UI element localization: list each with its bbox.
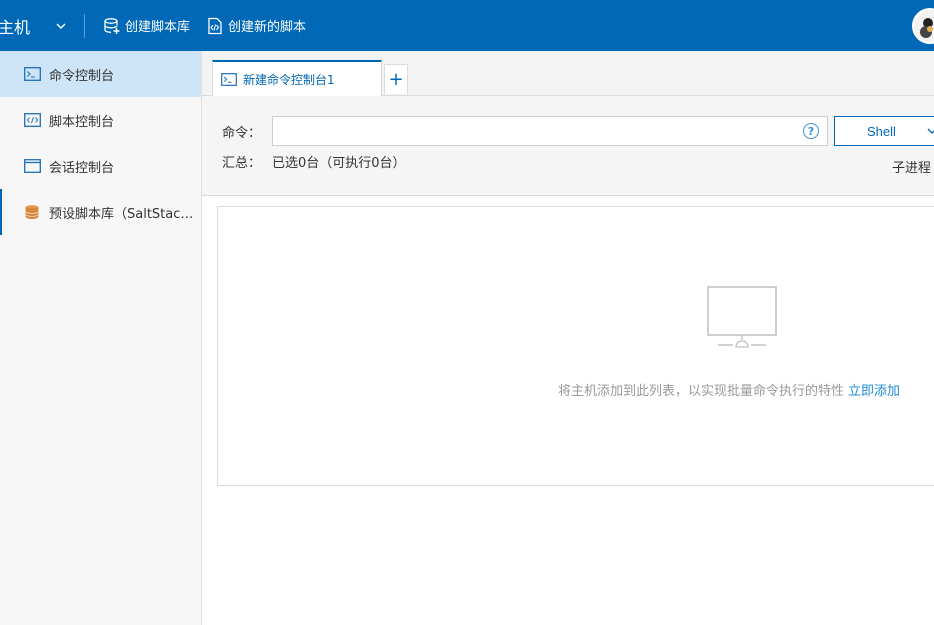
summary-value: 已选0台（可执行0台）	[272, 156, 406, 171]
terminal-icon	[23, 66, 41, 82]
create-library-label: 创建脚本库	[125, 20, 191, 35]
sidebar-item-label: 预设脚本库（SaltStack）	[49, 206, 197, 222]
sidebar-item-script-console[interactable]: 脚本控制台	[0, 97, 201, 143]
empty-state-message: 将主机添加到此列表，以实现批量命令执行的特性	[558, 384, 845, 399]
main-content: 新建命令控制台1 + 命令： ? Shell 汇总： 已选0台（可执行0台） 子…	[202, 51, 934, 625]
chevron-down-icon	[56, 23, 66, 29]
database-add-icon	[104, 17, 120, 34]
monitor-icon	[707, 286, 777, 348]
database-icon	[23, 204, 41, 220]
create-library-button[interactable]: 创建脚本库	[95, 0, 198, 51]
summary-label: 汇总：	[222, 156, 262, 171]
code-icon	[23, 112, 41, 128]
sidebar-item-label: 命令控制台	[49, 68, 115, 84]
sidebar-item-label: 脚本控制台	[49, 114, 115, 130]
command-input[interactable]	[272, 116, 828, 146]
command-panel: 命令： ? Shell 汇总： 已选0台（可执行0台） 子进程	[202, 96, 934, 196]
sidebar-item-preset-library[interactable]: 预设脚本库（SaltStack）	[0, 189, 201, 235]
user-avatar-icon	[914, 10, 934, 42]
sidebar: 命令控制台 脚本控制台 会话控制台 预设脚本库（SaltStack）	[0, 51, 202, 625]
create-script-button[interactable]: 创建新的脚本	[198, 0, 314, 51]
sidebar-item-command-console[interactable]: 命令控制台	[0, 51, 201, 97]
terminal-icon	[221, 72, 239, 86]
tab-command-console-1[interactable]: 新建命令控制台1	[212, 60, 382, 96]
chevron-down-icon	[927, 128, 934, 134]
page-title: 主机	[0, 17, 31, 37]
top-bar: 主机 创建脚本库 创建新的脚本	[0, 0, 934, 51]
shell-select-value: Shell	[867, 123, 896, 139]
toolbar-divider	[84, 13, 85, 38]
host-list-panel: 将主机添加到此列表，以实现批量命令执行的特性 立即添加	[217, 206, 934, 486]
sidebar-item-label: 会话控制台	[49, 160, 115, 176]
window-icon	[23, 158, 41, 174]
create-script-label: 创建新的脚本	[228, 20, 307, 35]
shell-select[interactable]: Shell	[834, 116, 934, 146]
empty-state-text: 将主机添加到此列表，以实现批量命令执行的特性 立即添加	[558, 380, 900, 399]
tab-label: 新建命令控制台1	[243, 72, 335, 87]
add-now-link[interactable]: 立即添加	[848, 384, 900, 399]
script-add-icon	[208, 17, 222, 34]
command-label: 命令：	[222, 126, 262, 141]
subprocess-label: 子进程	[892, 161, 932, 176]
tab-bar: 新建命令控制台1 +	[202, 51, 934, 96]
add-tab-button[interactable]: +	[384, 64, 408, 94]
sidebar-item-session-console[interactable]: 会话控制台	[0, 143, 201, 189]
help-icon[interactable]: ?	[803, 123, 819, 139]
avatar[interactable]	[912, 8, 934, 44]
title-dropdown[interactable]	[50, 0, 72, 51]
